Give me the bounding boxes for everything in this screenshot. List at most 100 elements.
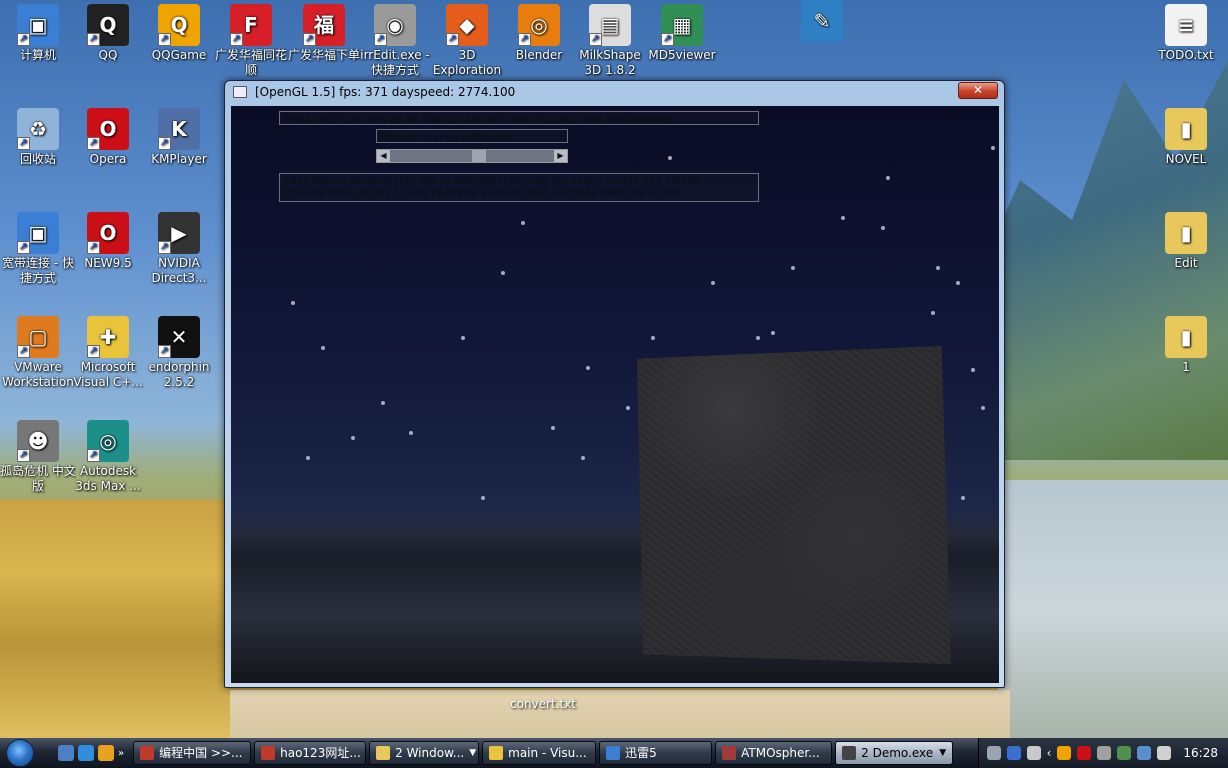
app-icon: ≡ <box>1165 4 1207 46</box>
star <box>961 496 965 500</box>
star <box>481 496 485 500</box>
desktop-icon[interactable]: ≡ TODO.txt <box>1148 4 1224 63</box>
scroll-thumb[interactable] <box>472 150 486 162</box>
close-button[interactable]: ✕ <box>958 82 998 99</box>
desktop-icon[interactable]: ▣ ↗ 宽带连接 - 快捷方式 <box>0 212 76 286</box>
desktop-icon-label: Microsoft Visual C+... <box>73 360 143 389</box>
window-titlebar[interactable]: [OpenGL 1.5] fps: 371 dayspeed: 2774.100… <box>225 81 1004 103</box>
desktop-icon[interactable]: ✚ ↗ Microsoft Visual C+... <box>70 316 146 390</box>
more-quick-launch-icon[interactable]: » <box>118 748 124 759</box>
shortcut-arrow-icon: ↗ <box>87 137 100 150</box>
desktop-icon[interactable]: O ↗ NEW9.5 <box>70 212 146 271</box>
desktop-icon[interactable]: O ↗ Opera <box>70 108 146 167</box>
taskbar-button[interactable]: 2 Demo.exe ▼ <box>835 741 954 765</box>
shortcut-arrow-icon: ↗ <box>303 33 316 46</box>
desktop-icon[interactable]: ☻ ↗ 孤岛危机 中文版 <box>0 420 76 494</box>
shortcut-arrow-icon: ↗ <box>17 137 30 150</box>
help-icon[interactable] <box>1006 746 1021 760</box>
desktop-icon-label: QQ <box>98 48 118 62</box>
desktop-icon[interactable]: K ↗ KMPlayer <box>141 108 217 167</box>
taskbar-group-dropdown-icon[interactable]: ▼ <box>939 742 946 764</box>
star <box>409 431 413 435</box>
windows-logo-icon <box>6 739 34 767</box>
desktop-icon[interactable]: 福 ↗ 广发华福下单 <box>286 4 362 63</box>
taskbar-button[interactable]: 迅雷5 <box>599 741 713 765</box>
desktop-icon[interactable]: ▢ ↗ VMware Workstation <box>0 316 76 390</box>
app-glyph-icon: 福 <box>314 12 334 37</box>
desktop-icon[interactable]: ▮ 1 <box>1148 316 1224 375</box>
star <box>886 176 890 180</box>
taskbar-button-label: hao123网址... <box>280 746 361 760</box>
tray-options-icon[interactable] <box>1026 746 1041 760</box>
scroll-right-arrow-icon[interactable]: ▶ <box>554 150 567 162</box>
app-icon: ▣ ↗ <box>17 212 59 254</box>
star <box>581 456 585 460</box>
star <box>626 406 630 410</box>
shortcut-arrow-icon: ↗ <box>374 33 387 46</box>
desktop-icon[interactable]: ✕ ↗ endorphin 2.5.2 <box>141 316 217 390</box>
app-glyph-icon: ✎ <box>813 8 831 33</box>
star <box>881 226 885 230</box>
taskbar-button[interactable]: ATMOspher... <box>715 741 833 765</box>
shortcut-arrow-icon: ↗ <box>158 33 171 46</box>
star <box>501 271 505 275</box>
desktop-icon[interactable]: ◎ ↗ Autodesk 3ds Max ... <box>70 420 146 494</box>
shortcut-arrow-icon: ↗ <box>87 241 100 254</box>
clock[interactable]: 16:28 <box>1183 746 1218 760</box>
taskbar-group-dropdown-icon[interactable]: ▼ <box>469 742 476 764</box>
star <box>351 436 355 440</box>
volume-icon[interactable] <box>1157 746 1172 760</box>
network-icon[interactable] <box>1137 746 1152 760</box>
desktop-icon[interactable]: ♻ ↗ 回收站 <box>0 108 76 167</box>
desktop-icon[interactable]: Q ↗ QQGame <box>141 4 217 63</box>
desktop-icon[interactable]: ▶ ↗ NVIDIA Direct3... <box>141 212 217 286</box>
desktop-icon[interactable]: ◉ ↗ irrEdit.exe - 快捷方式 <box>357 4 433 78</box>
star <box>841 216 845 220</box>
desktop-icon[interactable]: Q ↗ QQ <box>70 4 146 63</box>
desktop-icon[interactable]: ▮ Edit <box>1148 212 1224 271</box>
desktop-icon[interactable]: ▮ NOVEL <box>1148 108 1224 167</box>
tray-expand-icon[interactable]: ‹ <box>1047 746 1052 760</box>
app-glyph-icon: O <box>99 116 117 141</box>
taskbar-button[interactable]: main - Visu... <box>482 741 597 765</box>
app-glyph-icon: ▤ <box>600 12 620 37</box>
taskbar-button[interactable]: hao123网址... <box>254 741 367 765</box>
desktop-icon[interactable]: ◎ ↗ Blender <box>501 4 577 63</box>
app-glyph-icon: ▶ <box>171 220 187 245</box>
taskbar-button[interactable]: 编程中国 >>... <box>133 741 252 765</box>
keyboard-icon[interactable] <box>986 746 1001 760</box>
desktop-icon-label: 孤岛危机 中文版 <box>0 464 76 493</box>
star <box>586 366 590 370</box>
qq-tray-icon[interactable] <box>1057 746 1072 760</box>
show-desktop-icon[interactable] <box>58 745 74 761</box>
security-tray-icon[interactable] <box>1077 746 1092 760</box>
app-icon: ✕ ↗ <box>158 316 200 358</box>
app-icon: ▣ ↗ <box>17 4 59 46</box>
desktop-icon[interactable]: ▦ ↗ MD5viewer <box>644 4 720 63</box>
wallpaper-fields-bottom <box>230 690 1010 740</box>
taskbar-button[interactable]: 2 Window... ▼ <box>369 741 480 765</box>
desktop-icon[interactable]: F ↗ 广发华福同花顺 <box>213 4 289 78</box>
tray-app-icon[interactable] <box>1097 746 1112 760</box>
taskbar-button-label: 2 Window... <box>395 746 465 760</box>
gui-scrollbar[interactable]: ◀ ▶ <box>376 149 568 163</box>
opengl-window[interactable]: [OpenGL 1.5] fps: 371 dayspeed: 2774.100… <box>224 80 1005 688</box>
desktop-icon[interactable]: ▤ ↗ MilkShape 3D 1.8.2 <box>572 4 648 78</box>
desktop-icon-label: 1 <box>1182 360 1190 374</box>
shortcut-arrow-icon: ↗ <box>158 137 171 150</box>
desktop-icon-label: Edit <box>1174 256 1198 270</box>
opengl-viewport[interactable]: Press left/right arrows to change sky an… <box>231 106 999 683</box>
app-glyph-icon: O <box>99 220 117 245</box>
start-button[interactable] <box>0 738 40 768</box>
desktop-icon[interactable]: ▣ ↗ 计算机 <box>0 4 76 63</box>
app-icon: ▦ ↗ <box>661 4 703 46</box>
desktop-icon-label: 广发华福同花顺 <box>214 48 287 77</box>
taskbar-app-icon <box>261 746 276 760</box>
scroll-left-arrow-icon[interactable]: ◀ <box>377 150 390 162</box>
media-player-icon[interactable] <box>98 745 114 761</box>
app-glyph-icon: ✚ <box>99 324 117 349</box>
ime-icon[interactable] <box>1117 746 1132 760</box>
desktop-icon[interactable]: ✎ <box>784 0 860 44</box>
desktop-icon[interactable]: ◆ ↗ 3D Exploration <box>429 4 505 78</box>
internet-explorer-icon[interactable] <box>78 745 94 761</box>
